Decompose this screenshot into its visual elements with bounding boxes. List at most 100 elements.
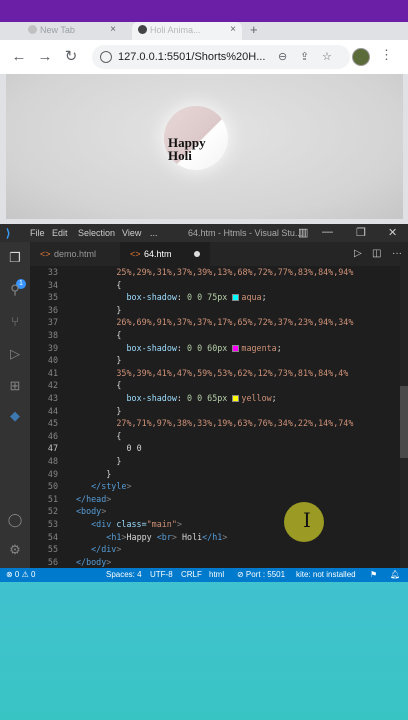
line-number: 53: [47, 519, 58, 529]
indentation-indicator[interactable]: Spaces: 4: [106, 570, 142, 579]
video-top-band: [0, 0, 408, 22]
code-text: box-shadow: 0 0 60px magenta;: [126, 342, 282, 353]
url-field[interactable]: 127.0.0.1:5501/Shorts%20H... ⊖ ⇪ ☆: [92, 45, 350, 69]
code-line[interactable]: 50 </style>: [30, 480, 408, 493]
new-tab-icon[interactable]: +: [250, 22, 264, 38]
settings-gear-icon[interactable]: ⚙: [7, 542, 23, 558]
problems-indicator[interactable]: ⊗ 0 ⚠ 0: [6, 570, 35, 579]
code-line[interactable]: 56 </body>: [30, 556, 408, 569]
vscode-window: ⟩ File Edit Selection View ... 64.htm - …: [0, 224, 408, 568]
notifications-bell-icon[interactable]: 🔔︎: [390, 570, 400, 579]
code-line[interactable]: 35 box-shadow: 0 0 75px aqua;: [30, 291, 408, 304]
code-text: }: [116, 304, 122, 315]
line-number: 46: [47, 430, 58, 441]
color-swatch[interactable]: [232, 294, 240, 302]
code-line[interactable]: 34 {: [30, 279, 408, 292]
editor-tab-64[interactable]: <> 64.htm: [120, 242, 210, 266]
close-icon[interactable]: ✕: [388, 226, 397, 239]
line-number: 35: [47, 292, 58, 303]
line-number: 49: [47, 468, 58, 479]
code-line[interactable]: 45 27%,71%,97%,38%,33%,19%,63%,76%,34%,22…: [30, 417, 408, 430]
profile-avatar[interactable]: [352, 48, 370, 66]
color-swatch[interactable]: [232, 395, 240, 402]
line-number: 56: [47, 556, 58, 567]
code-line[interactable]: 46 {: [30, 430, 408, 443]
menu-edit[interactable]: Edit: [52, 228, 68, 238]
zoom-icon[interactable]: ⊖: [278, 50, 287, 63]
code-line[interactable]: 44}: [30, 405, 408, 418]
code-line[interactable]: 36}: [30, 304, 408, 317]
code-line[interactable]: 47 0 0: [30, 442, 408, 455]
live-server-port[interactable]: ⊘ Port : 5501: [237, 570, 285, 579]
code-line[interactable]: 40}: [30, 354, 408, 367]
search-icon[interactable]: ⚲: [7, 282, 23, 298]
feedback-icon[interactable]: ⚑: [370, 570, 377, 579]
menu-view[interactable]: View: [122, 228, 141, 238]
code-text: <div class="main">: [91, 519, 182, 529]
code-line[interactable]: 39 box-shadow: 0 0 60px magenta;: [30, 342, 408, 355]
menu-more[interactable]: ...: [150, 228, 158, 238]
minimize-icon[interactable]: —: [322, 226, 333, 238]
code-line[interactable]: 53 <div class="main">: [30, 518, 408, 531]
run-debug-icon[interactable]: ▷: [7, 346, 23, 362]
code-text: <body>: [76, 506, 107, 517]
explorer-icon[interactable]: ❐: [7, 250, 23, 266]
bookmark-star-icon[interactable]: ☆: [322, 50, 332, 63]
editor-scrollbar[interactable]: [400, 266, 408, 568]
code-text: {: [116, 330, 122, 340]
code-line[interactable]: 49}: [30, 468, 408, 481]
source-control-icon[interactable]: ⑂: [7, 314, 23, 330]
code-line[interactable]: 52 <body>: [30, 505, 408, 518]
code-text: </div>: [91, 544, 122, 555]
back-icon[interactable]: ←: [10, 48, 28, 66]
color-swatch[interactable]: [232, 344, 240, 352]
html-file-icon: <>: [130, 249, 141, 259]
code-line[interactable]: 37 26%,69%,91%,37%,37%,17%,65%,72%,37%,23…: [30, 316, 408, 329]
text-cursor-icon: I: [303, 508, 311, 532]
code-line[interactable]: 54 <h1>Happy <br> Holi</h1>: [30, 531, 408, 544]
activity-bar: ❐ 1 ⚲ ⑂ ▷ ⊞ ◆ ◯ ⚙: [0, 242, 30, 568]
python-icon[interactable]: ◆: [7, 408, 23, 424]
editor-tab-label: demo.html: [54, 249, 97, 259]
extensions-icon[interactable]: ⊞: [7, 378, 23, 394]
eol-indicator[interactable]: CRLF: [181, 570, 202, 579]
split-editor-icon[interactable]: ◫: [372, 248, 381, 259]
encoding-indicator[interactable]: UTF-8: [150, 570, 173, 579]
browser-menu-icon[interactable]: ⋮: [380, 47, 393, 63]
code-line[interactable]: 51 </head>: [30, 493, 408, 506]
code-text: <h1>Happy <br> Holi</h1>: [106, 531, 228, 542]
code-line[interactable]: 55 </div>: [30, 543, 408, 556]
code-line[interactable]: 33 25%,29%,31%,37%,39%,13%,68%,72%,77%,83…: [30, 266, 408, 279]
line-number: 45: [47, 418, 58, 429]
code-line[interactable]: 48}: [30, 455, 408, 468]
code-line[interactable]: 43 box-shadow: 0 0 65px yellow;: [30, 392, 408, 405]
browser-tab-holi[interactable]: Holi Anima... ×: [132, 22, 242, 40]
more-actions-icon[interactable]: ···: [392, 248, 402, 259]
account-icon[interactable]: ◯: [7, 512, 23, 528]
run-icon[interactable]: ▷: [354, 248, 362, 259]
reload-icon[interactable]: ↻: [62, 48, 80, 66]
share-icon[interactable]: ⇪: [300, 50, 309, 63]
layout-icon[interactable]: ▥: [298, 226, 308, 239]
line-number: 55: [47, 544, 58, 555]
menu-file[interactable]: File: [30, 228, 45, 238]
code-line[interactable]: 41 35%,39%,41%,47%,59%,53%,62%,12%,73%,81…: [30, 367, 408, 380]
editor-tab-demo[interactable]: <> demo.html: [30, 242, 120, 266]
restore-icon[interactable]: ❐: [356, 226, 366, 239]
unsaved-dot-icon[interactable]: [194, 251, 200, 257]
kite-status[interactable]: kite: not installed: [296, 570, 356, 579]
site-info-icon[interactable]: [100, 51, 112, 63]
browser-tab-new-tab[interactable]: New Tab ×: [22, 22, 122, 40]
language-indicator[interactable]: html: [209, 570, 224, 579]
tab-close-icon[interactable]: ×: [110, 24, 116, 35]
code-line[interactable]: 42 {: [30, 379, 408, 392]
code-line[interactable]: 38 {: [30, 329, 408, 342]
vscode-titlebar: ⟩ File Edit Selection View ... 64.htm - …: [0, 224, 408, 242]
scrollbar-thumb[interactable]: [400, 386, 408, 458]
menu-selection[interactable]: Selection: [78, 228, 115, 238]
code-text: 35%,39%,41%,47%,59%,53%,62%,12%,73%,81%,…: [116, 367, 349, 378]
forward-icon[interactable]: →: [36, 48, 54, 66]
tab-close-icon[interactable]: ×: [230, 24, 236, 35]
code-editor[interactable]: 33 25%,29%,31%,37%,39%,13%,68%,72%,77%,83…: [30, 266, 408, 568]
code-text: </style>: [91, 481, 132, 492]
